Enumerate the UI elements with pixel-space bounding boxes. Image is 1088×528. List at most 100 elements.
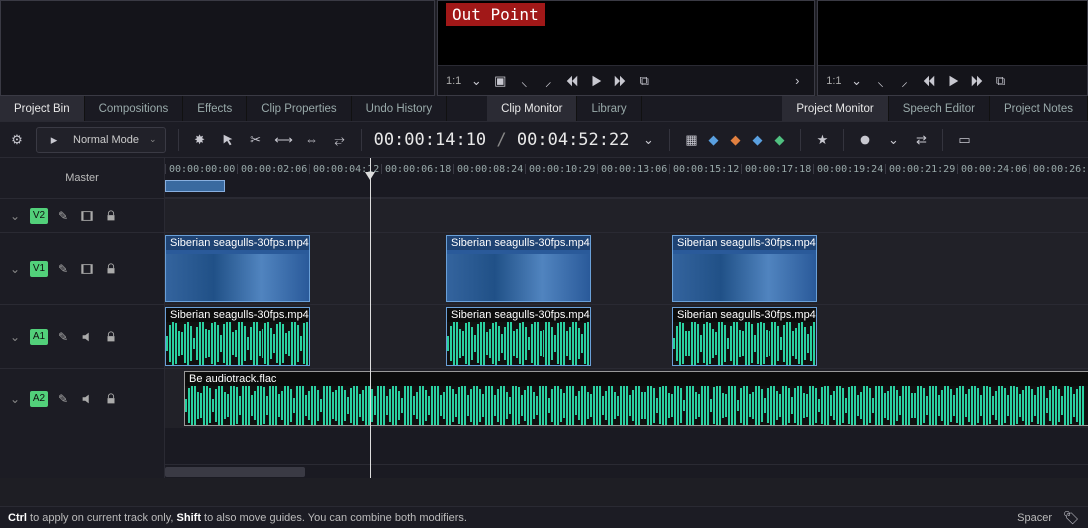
- clip-monitor: Out Point 1:1 ⌄ ▣ ⸜ ⸝ ⧉ ›: [437, 0, 815, 96]
- tab-project-bin[interactable]: Project Bin: [0, 96, 85, 121]
- collapse-icon[interactable]: ⌄: [6, 209, 24, 223]
- lock-icon[interactable]: [102, 209, 120, 223]
- track-header-v1[interactable]: ⌄ V1 ✎: [0, 232, 164, 304]
- tab-library[interactable]: Library: [577, 96, 641, 121]
- out-marker-icon[interactable]: ⸝: [896, 72, 914, 90]
- project-monitor-view[interactable]: [818, 1, 1087, 65]
- video-clip[interactable]: Siberian seagulls-30fps.mp4: [165, 235, 310, 302]
- track-a1[interactable]: Siberian seagulls-30fps.mp4 Siberian seag…: [165, 304, 1088, 368]
- out-point-badge: Out Point: [446, 3, 545, 26]
- play-icon[interactable]: [944, 72, 962, 90]
- tab-project-notes[interactable]: Project Notes: [990, 96, 1088, 121]
- rewind-icon[interactable]: [920, 72, 938, 90]
- favorite-icon[interactable]: ★: [813, 131, 831, 149]
- wand-icon[interactable]: ✎: [54, 392, 72, 406]
- marker-orange-icon[interactable]: ◆: [726, 131, 744, 149]
- tab-project-monitor[interactable]: Project Monitor: [782, 96, 888, 121]
- clip-monitor-controls: 1:1 ⌄ ▣ ⸜ ⸝ ⧉ ›: [438, 65, 814, 95]
- chevron-down-icon[interactable]: ⌄: [467, 72, 485, 90]
- track-v1[interactable]: Siberian seagulls-30fps.mp4 Siberian seag…: [165, 232, 1088, 304]
- ruler-tick: 00:00:17:18: [741, 164, 811, 174]
- fast-forward-icon[interactable]: [611, 72, 629, 90]
- tag-icon[interactable]: 🏷: [1062, 509, 1080, 527]
- video-clip[interactable]: Siberian seagulls-30fps.mp4: [672, 235, 817, 302]
- left-panel: [0, 0, 435, 96]
- play-icon[interactable]: [587, 72, 605, 90]
- tc-sep: /: [486, 130, 517, 150]
- audio-clip[interactable]: Be audiotrack.flac: [184, 371, 1088, 426]
- rewind-icon[interactable]: [563, 72, 581, 90]
- track-header-a2[interactable]: ⌄ A2 ✎: [0, 368, 164, 428]
- track-header-v2[interactable]: ⌄ V2 ✎: [0, 198, 164, 232]
- chevron-down-icon[interactable]: ⌄: [639, 131, 657, 149]
- track-header-a1[interactable]: ⌄ A1 ✎: [0, 304, 164, 368]
- tab-clip-monitor[interactable]: Clip Monitor: [487, 96, 577, 121]
- tab-compositions[interactable]: Compositions: [85, 96, 184, 121]
- panel-icon[interactable]: ▭: [955, 131, 973, 149]
- marker-blue-icon[interactable]: ◆: [704, 131, 722, 149]
- video-clip[interactable]: Siberian seagulls-30fps.mp4↔: [446, 235, 591, 302]
- ripple-tool-icon[interactable]: ⥂: [331, 131, 349, 149]
- audio-clip[interactable]: Siberian seagulls-30fps.mp4: [672, 307, 817, 366]
- tab-clip-properties[interactable]: Clip Properties: [247, 96, 351, 121]
- track-a2[interactable]: Be audiotrack.flac: [165, 368, 1088, 428]
- spacer-tool-icon[interactable]: ⟷: [275, 131, 293, 149]
- crop-icon[interactable]: ⧉: [992, 72, 1010, 90]
- chevron-down-icon[interactable]: ⌄: [848, 72, 866, 90]
- film-icon[interactable]: [78, 262, 96, 276]
- collapse-icon[interactable]: ⌄: [6, 392, 24, 406]
- in-marker-icon[interactable]: ⸜: [515, 72, 533, 90]
- lock-icon[interactable]: [102, 330, 120, 344]
- record-icon[interactable]: [856, 131, 874, 149]
- marker-green-icon[interactable]: ◆: [770, 131, 788, 149]
- zoom-ratio[interactable]: 1:1: [826, 75, 841, 87]
- magnet-icon[interactable]: ✸: [191, 131, 209, 149]
- marker-blue2-icon[interactable]: ◆: [748, 131, 766, 149]
- ruler-tick: 00:00:06:18: [381, 164, 451, 174]
- zoom-ratio[interactable]: 1:1: [446, 75, 461, 87]
- tracks-area[interactable]: 00:00:00:0000:00:02:0600:00:04:1200:00:0…: [165, 158, 1088, 478]
- lock-icon[interactable]: [102, 392, 120, 406]
- slip-tool-icon[interactable]: ⇔: [303, 131, 321, 149]
- time-ruler[interactable]: 00:00:00:0000:00:02:0600:00:04:1200:00:0…: [165, 158, 1088, 198]
- wand-icon[interactable]: ✎: [54, 262, 72, 276]
- select-tool-icon[interactable]: [219, 131, 237, 149]
- chevron-down-icon: ⌄: [149, 134, 157, 145]
- edit-mode-dropdown[interactable]: ▸ Normal Mode ⌄: [36, 127, 166, 153]
- next-icon[interactable]: ›: [788, 72, 806, 90]
- wand-icon[interactable]: ✎: [54, 330, 72, 344]
- in-marker-icon[interactable]: ⸜: [872, 72, 890, 90]
- master-track-label[interactable]: Master: [0, 158, 164, 198]
- chevron-down-icon[interactable]: ⌄: [884, 131, 902, 149]
- collapse-icon[interactable]: ⌄: [6, 262, 24, 276]
- fit-icon[interactable]: ▣: [491, 72, 509, 90]
- fast-forward-icon[interactable]: [968, 72, 986, 90]
- clip-monitor-view[interactable]: Out Point: [438, 1, 814, 65]
- out-marker-icon[interactable]: ⸝: [539, 72, 557, 90]
- tab-undo-history[interactable]: Undo History: [352, 96, 447, 121]
- razor-tool-icon[interactable]: ✂: [247, 131, 265, 149]
- playhead[interactable]: [370, 158, 371, 478]
- tab-effects[interactable]: Effects: [183, 96, 247, 121]
- tab-speech-editor[interactable]: Speech Editor: [889, 96, 990, 121]
- horizontal-scrollbar[interactable]: [165, 464, 1088, 478]
- speaker-icon[interactable]: [78, 392, 96, 406]
- crop-icon[interactable]: ⧉: [635, 72, 653, 90]
- clip-title: Siberian seagulls-30fps.mp4: [673, 308, 816, 322]
- scrollbar-thumb[interactable]: [165, 467, 305, 477]
- collapse-icon[interactable]: ⌄: [6, 330, 24, 344]
- lock-icon[interactable]: [102, 262, 120, 276]
- film-icon[interactable]: [78, 209, 96, 223]
- track-label: V1: [30, 261, 48, 277]
- zone-bar[interactable]: [165, 180, 225, 192]
- ruler-tick: 00:00:00:00: [165, 164, 235, 174]
- wand-icon[interactable]: ✎: [54, 209, 72, 223]
- swap-icon[interactable]: ⇄: [912, 131, 930, 149]
- settings-icon[interactable]: ⚙: [8, 131, 26, 149]
- speaker-icon[interactable]: [78, 330, 96, 344]
- timecode-display[interactable]: 00:00:14:10 / 00:04:52:22: [374, 130, 630, 150]
- audio-clip[interactable]: Siberian seagulls-30fps.mp4: [165, 307, 310, 366]
- audio-clip[interactable]: Siberian seagulls-30fps.mp4: [446, 307, 591, 366]
- track-v2[interactable]: [165, 198, 1088, 232]
- scope-icon[interactable]: ▦: [682, 131, 700, 149]
